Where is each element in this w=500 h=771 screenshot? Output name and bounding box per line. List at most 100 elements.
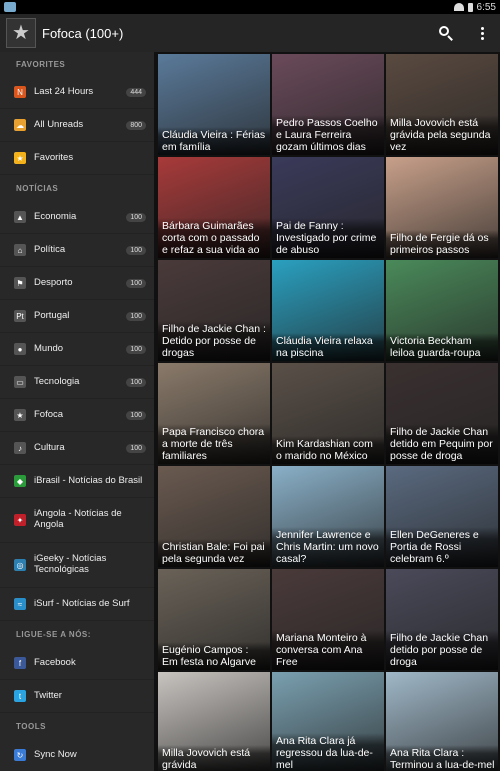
building-icon: ⌂ (14, 244, 26, 256)
clock: 6:55 (476, 1, 496, 13)
article-caption: Cláudia Vieira relaxa na piscina (272, 333, 384, 361)
page-title[interactable]: Fofoca (100+) (42, 26, 123, 41)
article-caption: Filho de Jackie Chan detido por posse de… (386, 630, 498, 670)
article-tile[interactable]: Kim Kardashian com o marido no México (272, 363, 384, 464)
star-icon: ★ (14, 152, 26, 164)
star-icon[interactable]: ★ (6, 18, 36, 48)
sidebar-item[interactable]: ≈ iSurf - Notícias de Surf (0, 588, 154, 621)
article-tile[interactable]: Milla Jovovich está grávida (158, 672, 270, 771)
monitor-icon: ▭ (14, 376, 26, 388)
unread-count-badge: 100 (126, 311, 146, 321)
article-caption: Ellen DeGeneres e Portia de Rossi celebr… (386, 527, 498, 567)
article-grid: Cláudia Vieira : Férias em família Pedro … (156, 52, 500, 771)
sidebar-item[interactable]: N Last 24 Hours 444 (0, 76, 154, 109)
article-caption: Filho de Jackie Chan : Detido por posse … (158, 321, 270, 361)
article-caption: Bárbara Guimarães corta com o passado e … (158, 218, 270, 258)
article-caption: Milla Jovovich está grávida pela segunda… (386, 115, 498, 155)
sidebar-item-label: iSurf - Notícias de Surf (34, 597, 130, 609)
sidebar-item[interactable]: ◆ iBrasil - Notícias do Brasil (0, 465, 154, 498)
sidebar-item-label: Economia (34, 210, 77, 222)
surf-icon: ≈ (14, 598, 26, 610)
sidebar-item-label: All Unreads (34, 118, 84, 130)
article-tile[interactable]: Filho de Jackie Chan detido por posse de… (386, 569, 498, 670)
article-tile[interactable]: Bárbara Guimarães corta com o passado e … (158, 157, 270, 258)
sidebar-item[interactable]: ✦ iAngola - Notícias de Angola (0, 498, 154, 543)
article-caption: Papa Francisco chora a morte de três fam… (158, 424, 270, 464)
unread-count-badge: 100 (126, 245, 146, 255)
sidebar-item-label: iBrasil - Notícias do Brasil (34, 474, 143, 486)
article-tile[interactable]: Victoria Beckham leiloa guarda-roupa (386, 260, 498, 361)
sidebar-item[interactable]: ⚑ Desporto 100 (0, 267, 154, 300)
unread-count-badge: 100 (126, 377, 146, 387)
sidebar-item[interactable]: f Facebook (0, 647, 154, 680)
unread-count-badge: 100 (126, 443, 146, 453)
article-tile[interactable]: Filho de Jackie Chan : Detido por posse … (158, 260, 270, 361)
unread-count-badge: 100 (126, 212, 146, 222)
sidebar-item[interactable]: ● Mundo 100 (0, 333, 154, 366)
cloud-icon: ☁ (14, 119, 26, 131)
article-tile[interactable]: Filho de Jackie Chan detido em Pequim po… (386, 363, 498, 464)
sidebar-item-label: Fofoca (34, 408, 64, 420)
sidebar-item[interactable]: ↻ Sync Now (0, 739, 154, 771)
notification-icon (4, 2, 16, 12)
article-caption: Filho de Jackie Chan detido em Pequim po… (386, 424, 498, 464)
search-icon (439, 26, 453, 41)
article-tile[interactable]: Papa Francisco chora a morte de três fam… (158, 363, 270, 464)
sidebar-item[interactable]: t Twitter (0, 680, 154, 713)
sidebar-item-label: Sync Now (34, 748, 77, 760)
sidebar-item[interactable]: ♪ Cultura 100 (0, 432, 154, 465)
article-caption: Cláudia Vieira : Férias em família (158, 127, 270, 155)
article-tile[interactable]: Christian Bale: Foi pai pela segunda vez (158, 466, 270, 567)
overflow-menu-button[interactable] (464, 14, 500, 52)
article-tile[interactable]: Mariana Monteiro à conversa com Ana Free (272, 569, 384, 670)
geeky-icon: ◎ (14, 559, 26, 571)
sidebar-item-label: Favorites (34, 151, 74, 163)
article-tile[interactable]: Jennifer Lawrence e Chris Martin: um nov… (272, 466, 384, 567)
unread-count-badge: 100 (126, 278, 146, 288)
battery-icon (467, 2, 473, 12)
globe-icon: ● (14, 343, 26, 355)
status-indicators: 6:55 (453, 1, 496, 13)
sidebar-item[interactable]: ★ Favorites (0, 142, 154, 175)
rss-icon: N (14, 86, 26, 98)
sidebar-item[interactable]: ▭ Tecnologia 100 (0, 366, 154, 399)
article-caption: Eugénio Campos : Em festa no Algarve (158, 642, 270, 670)
sidebar-item-label: Mundo (34, 342, 64, 354)
pt-icon: Pt (14, 310, 26, 322)
article-caption: Kim Kardashian com o marido no México (272, 436, 384, 464)
article-tile[interactable]: Cláudia Vieira : Férias em família (158, 54, 270, 155)
twitter-icon: t (14, 690, 26, 702)
sidebar-item[interactable]: ⌂ Política 100 (0, 234, 154, 267)
article-caption: Pedro Passos Coelho e Laura Ferreira goz… (272, 115, 384, 155)
article-tile[interactable]: Ellen DeGeneres e Portia de Rossi celebr… (386, 466, 498, 567)
sidebar-item[interactable]: Pt Portugal 100 (0, 300, 154, 333)
article-caption: Victoria Beckham leiloa guarda-roupa (386, 333, 498, 361)
article-caption: Jennifer Lawrence e Chris Martin: um nov… (272, 527, 384, 567)
sidebar-item-label: Política (34, 243, 66, 255)
article-caption: Ana Rita Clara já regressou da lua-de-me… (272, 733, 384, 771)
article-tile[interactable]: Filho de Fergie dá os primeiros passos (386, 157, 498, 258)
angola-icon: ✦ (14, 514, 26, 526)
article-tile[interactable]: Milla Jovovich está grávida pela segunda… (386, 54, 498, 155)
article-caption: Mariana Monteiro à conversa com Ana Free (272, 630, 384, 670)
wifi-icon (453, 3, 464, 11)
article-tile[interactable]: Pedro Passos Coelho e Laura Ferreira goz… (272, 54, 384, 155)
article-tile[interactable]: Cláudia Vieira relaxa na piscina (272, 260, 384, 361)
sidebar-item-label: Portugal (34, 309, 70, 321)
sidebar-item[interactable]: ★ Fofoca 100 (0, 399, 154, 432)
sidebar-item-label: Desporto (34, 276, 73, 288)
sidebar-item-label: iGeeky - Notícias Tecnológicas (34, 553, 107, 575)
article-tile[interactable]: Pai de Fanny : Investigado por crime de … (272, 157, 384, 258)
action-bar: ★ Fofoca (100+) (0, 14, 500, 52)
article-tile[interactable]: Eugénio Campos : Em festa no Algarve (158, 569, 270, 670)
article-tile[interactable]: Ana Rita Clara : Terminou a lua-de-mel (386, 672, 498, 771)
section-header: NOTÍCIAS (16, 183, 59, 193)
sync-icon: ↻ (14, 749, 26, 761)
status-bar: 6:55 (0, 0, 500, 14)
search-button[interactable] (428, 14, 464, 52)
article-tile[interactable]: Ana Rita Clara já regressou da lua-de-me… (272, 672, 384, 771)
sidebar-item[interactable]: ▲ Economia 100 (0, 201, 154, 234)
sidebar-item-label: Last 24 Hours (34, 85, 94, 97)
sidebar-item[interactable]: ◎ iGeeky - Notícias Tecnológicas (0, 543, 154, 588)
sidebar-item[interactable]: ☁ All Unreads 800 (0, 109, 154, 142)
